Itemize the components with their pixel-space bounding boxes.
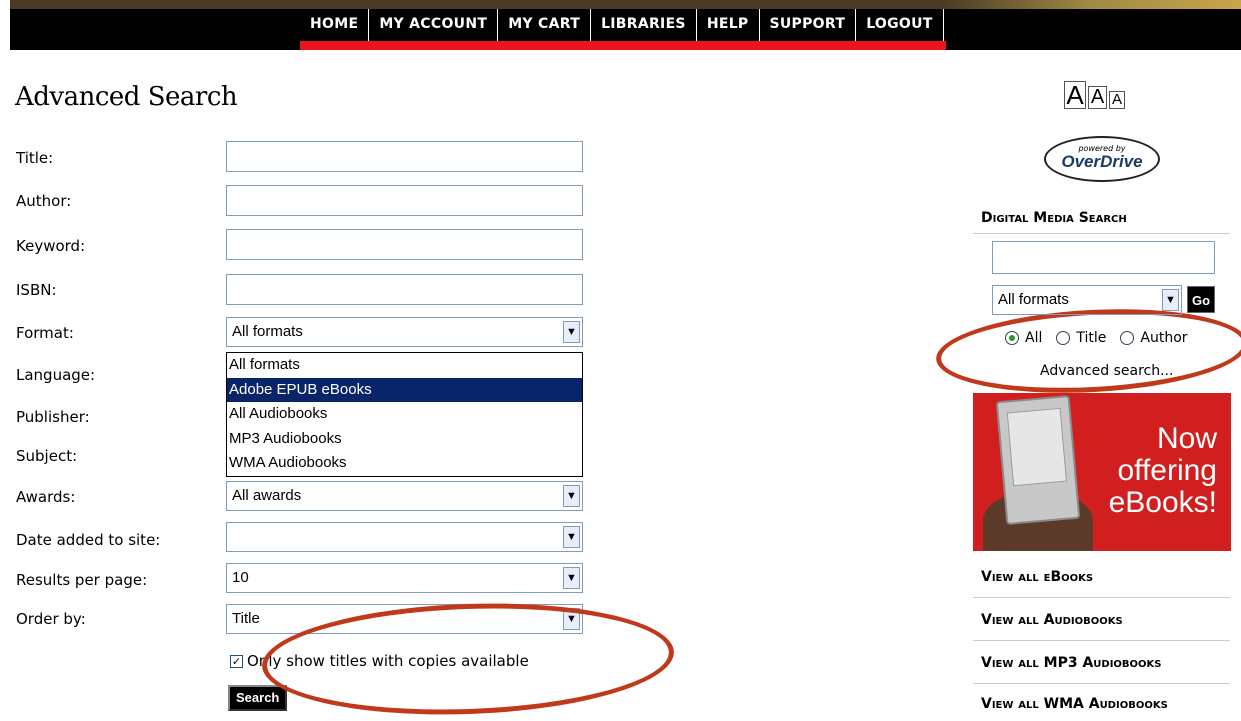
language-label: Language: [16, 366, 96, 384]
format-option[interactable]: WMA Audiobooks [227, 451, 582, 476]
subject-label: Subject: [16, 447, 78, 465]
results-per-page-value: 10 [232, 569, 249, 586]
date-added-select[interactable]: ▼ [226, 522, 583, 552]
top-banner-strip [10, 0, 1241, 9]
view-all-mp3-audiobooks-link[interactable]: View all MP3 Audiobooks [981, 655, 1162, 671]
overdrive-brand: OverDrive [1061, 152, 1143, 171]
order-by-value: Title [232, 610, 260, 627]
format-select[interactable]: All formats ▼ [226, 317, 583, 347]
awards-label: Awards: [16, 488, 76, 506]
text-size-controls: A A A [1064, 81, 1127, 109]
advanced-search-link[interactable]: Advanced search... [1040, 363, 1173, 379]
nav-support[interactable]: SUPPORT [760, 9, 857, 41]
nav-accent-line [300, 41, 946, 50]
radio-title-label: Title [1076, 330, 1107, 346]
keyword-label: Keyword: [16, 237, 86, 255]
radio-selected-icon[interactable] [1005, 331, 1019, 345]
awards-select-value: All awards [232, 487, 302, 504]
publisher-label: Publisher: [16, 408, 90, 426]
nav-logout[interactable]: LOGOUT [856, 9, 944, 41]
format-option-selected[interactable]: Adobe EPUB eBooks [227, 377, 582, 402]
nav-my-cart[interactable]: MY CART [498, 9, 592, 41]
isbn-label: ISBN: [16, 281, 57, 299]
keyword-input[interactable] [226, 229, 583, 260]
divider [973, 233, 1230, 234]
results-per-page-label: Results per page: [16, 571, 148, 589]
format-option[interactable]: MP3 Audiobooks [227, 427, 582, 452]
isbn-input[interactable] [226, 274, 583, 305]
format-option[interactable]: All formats [227, 353, 582, 378]
nav-my-account[interactable]: MY ACCOUNT [369, 9, 499, 41]
radio-icon[interactable] [1056, 331, 1071, 345]
radio-all-label: All [1025, 330, 1043, 346]
radio-title[interactable]: Title [1056, 330, 1106, 346]
nav-home[interactable]: HOME [300, 9, 370, 41]
search-button[interactable]: Search [228, 685, 288, 711]
text-size-small-icon[interactable]: A [1109, 91, 1125, 109]
awards-select[interactable]: All awards ▼ [226, 481, 583, 511]
overdrive-logo[interactable]: powered by OverDrive [1044, 136, 1160, 182]
radio-icon[interactable] [1120, 331, 1135, 345]
divider [973, 640, 1230, 641]
sidebar-format-select[interactable]: All formats ▼ [992, 285, 1182, 315]
view-all-audiobooks-link[interactable]: View all Audiobooks [981, 612, 1123, 628]
banner-image [941, 0, 1241, 9]
view-all-wma-audiobooks-link[interactable]: View all WMA Audiobooks [981, 696, 1168, 712]
ebooks-promo-banner[interactable]: Now offering eBooks! [973, 393, 1231, 551]
go-button[interactable]: Go [1187, 286, 1215, 313]
text-size-medium-icon[interactable]: A [1088, 86, 1107, 109]
digital-media-search-heading: Digital Media Search [981, 210, 1127, 226]
radio-all[interactable]: All [1005, 330, 1042, 346]
format-label: Format: [16, 324, 74, 342]
title-label: Title: [16, 149, 54, 167]
chevron-down-icon[interactable]: ▼ [563, 321, 580, 343]
radio-author-label: Author [1140, 330, 1188, 346]
view-all-ebooks-link[interactable]: View all eBooks [981, 569, 1093, 585]
page-title: Advanced Search [15, 82, 238, 112]
main-nav: HOME MY ACCOUNT MY CART LIBRARIES HELP S… [300, 9, 944, 41]
chevron-down-icon[interactable]: ▼ [1162, 289, 1179, 311]
nav-libraries[interactable]: LIBRARIES [591, 9, 697, 41]
divider [973, 683, 1230, 684]
sidebar-search-input[interactable] [992, 241, 1215, 274]
ereader-image [995, 395, 1081, 525]
chevron-down-icon[interactable]: ▼ [563, 526, 580, 548]
format-dropdown-list[interactable]: All formats Adobe EPUB eBooks All Audiob… [226, 352, 583, 477]
format-select-value: All formats [232, 323, 303, 340]
nav-help[interactable]: HELP [697, 9, 760, 41]
results-per-page-select[interactable]: 10 ▼ [226, 563, 583, 593]
chevron-down-icon[interactable]: ▼ [563, 567, 580, 589]
promo-text: Now offering eBooks! [1108, 422, 1217, 519]
search-scope-radios: All Title Author [1005, 330, 1202, 346]
text-size-large-icon[interactable]: A [1064, 81, 1086, 109]
chevron-down-icon[interactable]: ▼ [563, 485, 580, 507]
format-option[interactable]: All Audiobooks [227, 402, 582, 427]
divider [973, 597, 1230, 598]
order-by-label: Order by: [16, 610, 86, 628]
annotation-ellipse [934, 301, 1241, 401]
author-input[interactable] [226, 185, 583, 216]
radio-author[interactable]: Author [1120, 330, 1188, 346]
author-label: Author: [16, 192, 72, 210]
ereader-screen [1006, 407, 1067, 487]
sidebar-format-value: All formats [998, 291, 1069, 308]
title-input[interactable] [226, 141, 583, 172]
only-available-checkbox[interactable]: ✓ [230, 654, 243, 668]
date-added-label: Date added to site: [16, 531, 161, 549]
